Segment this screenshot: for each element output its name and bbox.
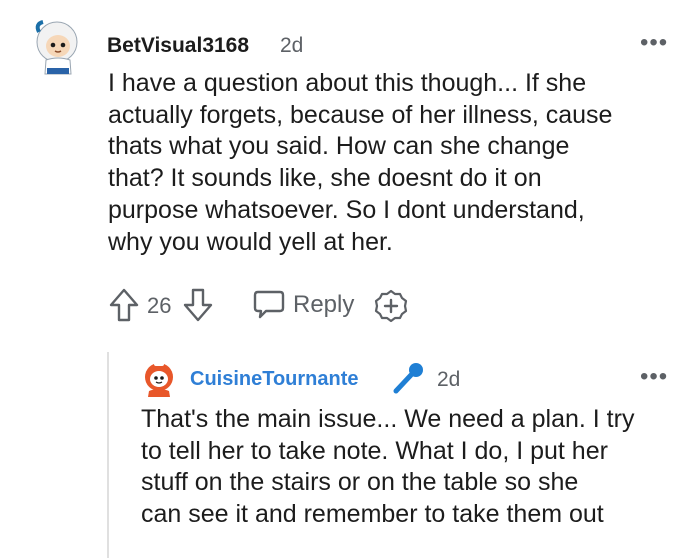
- plus-award-icon[interactable]: [374, 289, 408, 323]
- reply-line: can see it and remember to take them out: [141, 500, 604, 529]
- reply-more-options-button[interactable]: •••: [640, 365, 668, 389]
- comment-line: that? It sounds like, she doesnt do it o…: [108, 164, 542, 193]
- comment-timestamp: 2d: [280, 34, 304, 57]
- comment-body: I have a question about this though... I…: [108, 68, 678, 258]
- downvote-arrow-icon[interactable]: [182, 287, 214, 323]
- upvote-arrow-icon[interactable]: [108, 287, 140, 323]
- reply-body: That's the main issue... We need a plan.…: [141, 404, 696, 531]
- reply-user-avatar[interactable]: [142, 360, 176, 398]
- reply-button[interactable]: Reply: [293, 291, 354, 319]
- reply-timestamp: 2d: [437, 368, 461, 391]
- comment-line: actually forgets, because of her illness…: [108, 100, 613, 129]
- vote-score: 26: [147, 293, 172, 318]
- reply-line: That's the main issue... We need a plan.…: [141, 405, 635, 433]
- speech-bubble-icon[interactable]: [252, 288, 286, 320]
- reply-username[interactable]: CuisineTournante: [190, 368, 359, 391]
- thread-line[interactable]: [107, 352, 109, 558]
- comment-line: I have a question about this though... I…: [108, 69, 587, 97]
- reply-line: stuff on the stairs or on the table so s…: [141, 468, 579, 497]
- microphone-icon: [390, 360, 426, 396]
- reply-line: to tell her to take note. What I do, I p…: [141, 436, 608, 465]
- comment-username[interactable]: BetVisual3168: [107, 34, 249, 58]
- more-options-button[interactable]: •••: [640, 31, 668, 55]
- comment-line: thats what you said. How can she change: [108, 132, 570, 161]
- user-avatar[interactable]: [33, 20, 83, 76]
- comment-line: purpose whatsoever. So I dont understand…: [108, 195, 585, 224]
- comment-line: why you would yell at her.: [108, 227, 393, 256]
